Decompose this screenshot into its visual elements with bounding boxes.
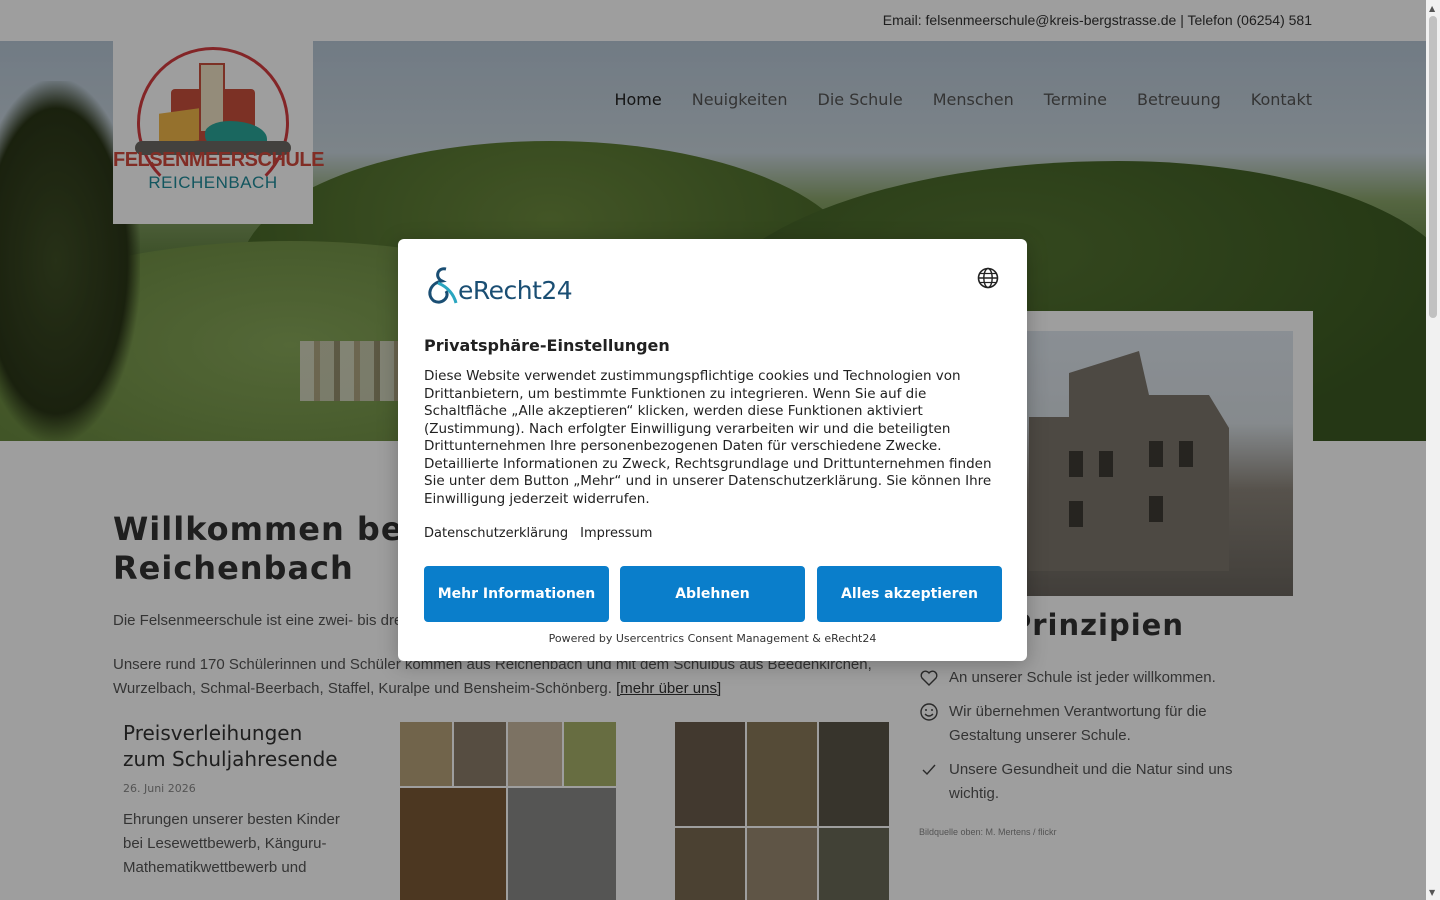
erecht24-mark-icon (428, 267, 458, 304)
more-information-button[interactable]: Mehr Informationen (424, 566, 609, 622)
consent-links: Datenschutzerklärung Impressum (424, 526, 652, 541)
imprint-link[interactable]: Impressum (580, 526, 652, 541)
privacy-policy-link[interactable]: Datenschutzerklärung (424, 526, 568, 541)
scrollbar-thumb[interactable] (1429, 16, 1437, 318)
consent-description: Diese Website verwendet zustimmungspflic… (424, 368, 992, 507)
erecht24-brand-text: eRecht24 (458, 276, 573, 305)
language-globe-icon[interactable] (977, 267, 999, 289)
consent-dialog: eRecht24 Privatsphäre-Einstellungen Dies… (398, 239, 1027, 661)
deny-button[interactable]: Ablehnen (620, 566, 805, 622)
scroll-up-arrow-icon[interactable]: ▲ (1429, 4, 1435, 13)
erecht24-logo: eRecht24 (424, 265, 573, 305)
powered-by-text: Powered by Usercentrics Consent Manageme… (548, 632, 877, 645)
consent-title: Privatsphäre-Einstellungen (424, 336, 670, 355)
page-scrollbar[interactable]: ▲ ▼ (1426, 0, 1440, 900)
scroll-down-arrow-icon[interactable]: ▼ (1429, 888, 1435, 897)
accept-all-button[interactable]: Alles akzeptieren (817, 566, 1002, 622)
